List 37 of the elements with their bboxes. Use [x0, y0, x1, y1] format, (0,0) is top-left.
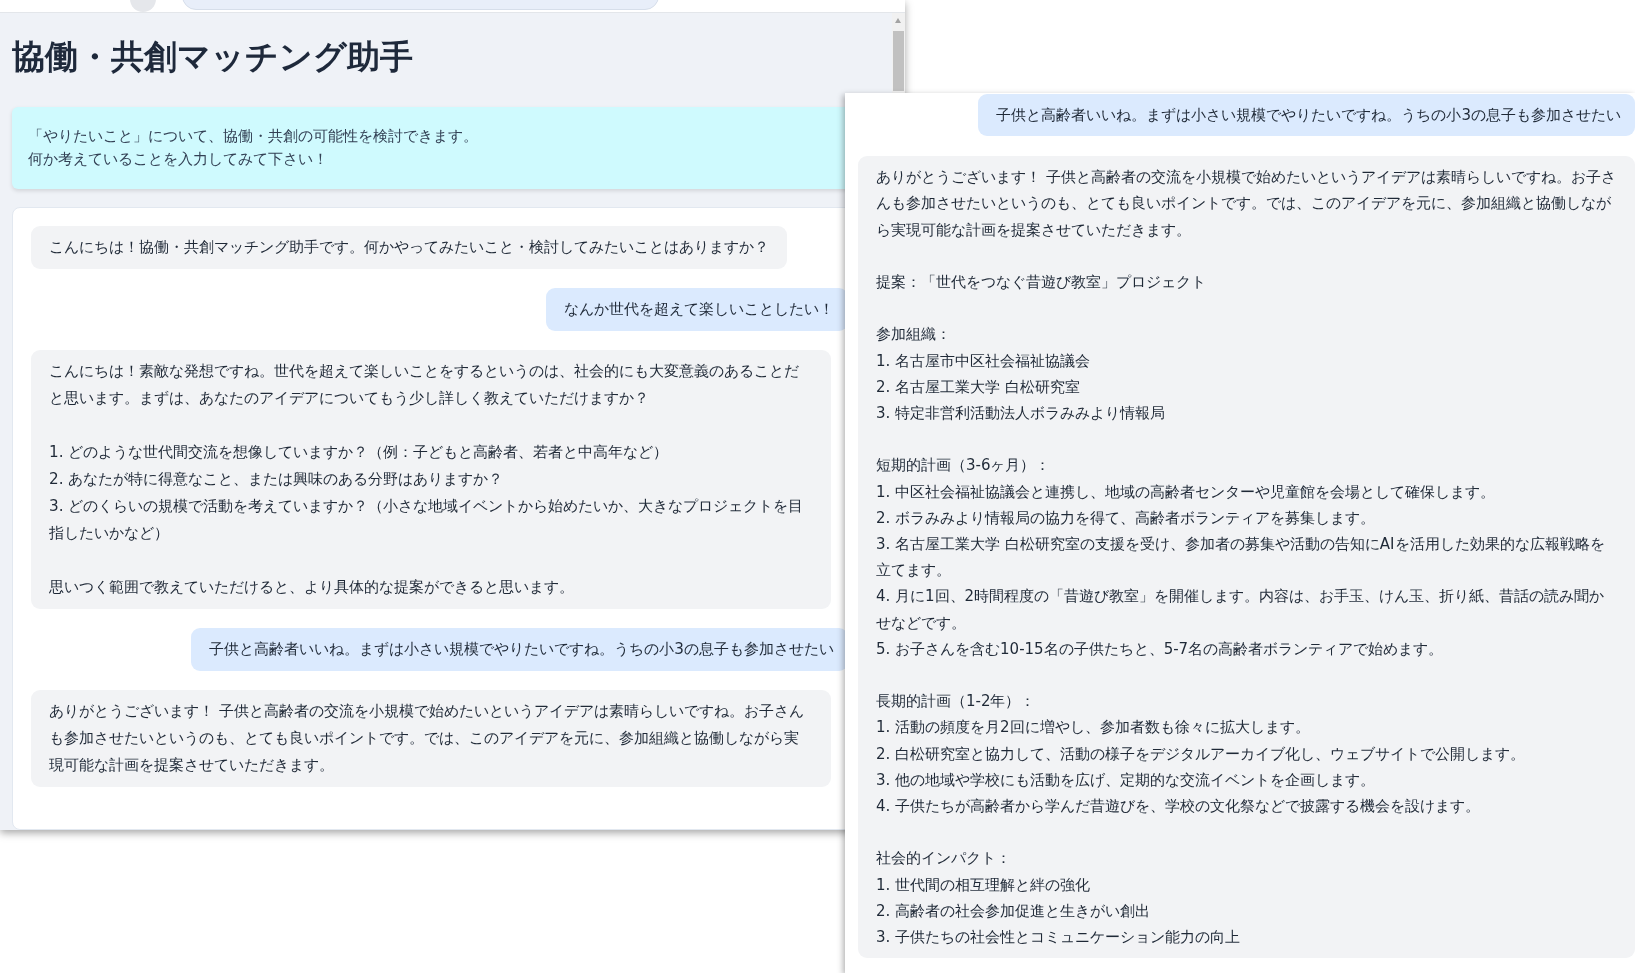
- message-text: なんか世代を超えて楽しいことしたい！: [564, 299, 834, 320]
- message-text: 2. 高齢者の社会参加促進と生きがい創出: [876, 900, 1152, 922]
- message-text: 2. 白松研究室と協力して、活動の様子をデジタルアーカイブ化し、ウェブサイトで公開します。: [876, 743, 1527, 765]
- message-text: ありがとうございます！ 子供と高齢者の交流を小規模で始めたいというアイデアは素晴らしいですね。お子さんも参加させたいというのも、とても良いポイントです。では、このアイデアを元に、参加組織と協働しながら実現可能な計画を提案させていただきます。: [876, 167, 1617, 241]
- message-text: 提案：「世代をつなぐ昔遊び教室」プロジェクト: [876, 272, 1207, 293]
- message-text: 1. 名古屋市中区社会福祉協議会: [876, 350, 1092, 372]
- message-text: こんにちは！素敵な発想ですね。世代を超えて楽しいことをするというのは、社会的にも大変意義のあることだと思います。まずは、あなたのアイデアについてもう少し詳しく教えていただけますか？: [49, 361, 800, 409]
- message-text: 2. ボラみみより情報局の協力を得て、高齢者ボランティアを募集します。: [876, 507, 1377, 529]
- message-text: 長期的計画（1-2年）：: [876, 691, 1037, 713]
- message-text: 1. どのような世代間交流を想像していますか？（例：子どもと高齢者、若者と中高年など）: [49, 442, 670, 463]
- message-text: 4. 子供たちが高齢者から学んだ昔遊びを、学校の文化祭などで披露する機会を設けます。: [876, 796, 1482, 817]
- scrollbar[interactable]: [892, 13, 905, 93]
- message-text: 子供と高齢者いいね。まずは小さい規模でやりたいですね。うちの小3の息子も参加させたい: [996, 105, 1621, 126]
- info-text: 「やりたいこと」について、協働・共創の可能性を検討できます。: [28, 127, 479, 146]
- message-text: こんにちは！協働・共創マッチング助手です。何かやってみたいこと・検討してみたいことはありますか？: [49, 237, 769, 258]
- message-text: 社会的インパクト：: [876, 848, 1012, 870]
- message-text: 3. どのくらいの規模で活動を考えていますか？（小さな地域イベントから始めたいか、大きなプロジェクトを目指したいかなど）: [49, 496, 805, 544]
- message-text: 参加組織：: [876, 324, 952, 346]
- message-text: 5. お子さんを含む10-15名の子供たちと、5-7名の高齢者ボランティアで始めます。: [876, 638, 1445, 660]
- message-text: 短期的計画（3-6ヶ月）：: [876, 455, 1052, 477]
- message-text: 1. 世代間の相互理解と絆の強化: [876, 874, 1092, 896]
- message-text: 子供と高齢者いいね。まずは小さい規模でやりたいですね。うちの小3の息子も参加させたい: [209, 639, 834, 660]
- message-text: 3. 子供たちの社会性とコミュニケーション能力の向上: [876, 927, 1242, 948]
- message-text: 1. 中区社会福祉協議会と連携し、地域の高齢者センターや児童館を会場として確保します。: [876, 481, 1497, 503]
- message-text: ありがとうございます！ 子供と高齢者の交流を小規模で始めたいというアイデアは素晴らしいですね。お子さんも参加させたいというのも、とても良いポイントです。では、このアイデアを元に、参加組織と協働しながら実現可能な計画を提案させていただきます。: [49, 701, 805, 776]
- message-text: 2. あなたが特に得意なこと、または興味のある分野はありますか？: [49, 469, 505, 490]
- message-text: 3. 特定非営利活動法人ボラみみより情報局: [876, 403, 1167, 424]
- page-title: 協働・共創マッチング助手: [12, 36, 414, 78]
- scroll-up-icon[interactable]: [895, 18, 901, 23]
- message-text: 4. 月に1回、2時間程度の「昔遊び教室」を開催します。内容は、お手玉、けん玉、折り紙、昔話の読み聞かせなどです。: [876, 586, 1606, 634]
- message-text: 3. 名古屋工業大学 白松研究室の支援を受け、参加者の募集や活動の告知にAIを活用した効果的な広報戦略を立てます。: [876, 534, 1606, 582]
- info-text: 何か考えていることを入力してみて下さい！: [28, 150, 329, 169]
- scrollbar-thumb[interactable]: [893, 31, 904, 91]
- message-text: 1. 活動の頻度を月2回に増やし、参加者数も徐々に拡大します。: [876, 717, 1311, 739]
- message-text: 2. 名古屋工業大学 白松研究室: [876, 376, 1081, 398]
- message-text: 3. 他の地域や学校にも活動を広げ、定期的な交流イベントを企画します。: [876, 769, 1377, 791]
- message-text: 思いつく範囲で教えていただけると、より具体的な提案ができると思います。: [49, 577, 575, 598]
